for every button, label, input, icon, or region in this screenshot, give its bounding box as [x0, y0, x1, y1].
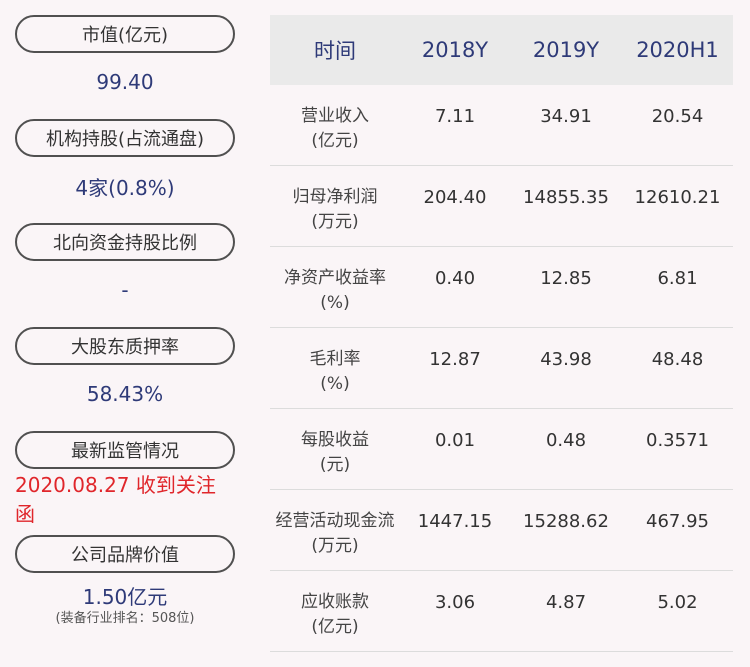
table-row: 营业收入 (亿元) 7.11 34.91 20.54 — [270, 85, 733, 166]
regulatory-status-value: 2020.08.27 收到关注函 — [15, 473, 216, 526]
cell-2019y: 0.48 — [545, 430, 587, 451]
financial-table: 时间 2018Y 2019Y 2020H1 营业收入 (亿元) 7.11 34.… — [270, 15, 733, 652]
row-name: 每股收益 — [301, 430, 369, 450]
cell-2018y: 0.01 — [434, 430, 476, 451]
regulatory-status-block: 最新监管情况 2020.08.27 收到关注函 — [15, 431, 235, 535]
northbound-holding-label: 北向资金持股比例 — [15, 223, 235, 261]
table-row: 每股收益 (元) 0.01 0.48 0.3571 — [270, 409, 733, 490]
row-unit: (%) — [320, 374, 350, 394]
cell-2018y: 3.06 — [434, 592, 476, 613]
table-header: 时间 2018Y 2019Y 2020H1 — [270, 15, 733, 85]
market-cap-value: 99.40 — [96, 70, 154, 94]
table-row: 净资产收益率 (%) 0.40 12.85 6.81 — [270, 247, 733, 328]
table-row: 经营活动现金流 (万元) 1447.15 15288.62 467.95 — [270, 490, 733, 571]
cell-2020h1: 5.02 — [657, 592, 698, 613]
row-label: 经营活动现金流 (万元) — [270, 490, 400, 559]
header-2020h1: 2020H1 — [636, 38, 719, 62]
cell-2019y: 15288.62 — [523, 511, 609, 532]
institutional-holding-value: 4家(0.8%) — [75, 175, 175, 200]
row-label: 每股收益 (元) — [270, 409, 400, 478]
brand-value-block: 公司品牌价值 1.50亿元 (装备行业排名：508位) — [15, 535, 235, 639]
institutional-holding-block: 机构持股(占流通盘) 4家(0.8%) — [15, 119, 235, 223]
institutional-holding-label: 机构持股(占流通盘) — [15, 119, 235, 157]
market-cap-label: 市值(亿元) — [15, 15, 235, 53]
row-unit: (%) — [320, 293, 350, 313]
row-label: 应收账款 (亿元) — [270, 571, 400, 640]
cell-2020h1: 6.81 — [657, 268, 698, 289]
row-name: 应收账款 — [301, 592, 369, 612]
cell-2019y: 12.85 — [540, 268, 592, 289]
header-2019y: 2019Y — [532, 38, 600, 62]
row-name: 归母净利润 — [292, 187, 378, 207]
cell-2019y: 14855.35 — [523, 187, 609, 208]
northbound-holding-block: 北向资金持股比例 - — [15, 223, 235, 327]
cell-2018y: 7.11 — [434, 106, 476, 127]
row-unit: (万元) — [311, 212, 359, 232]
pledge-ratio-label: 大股东质押率 — [15, 327, 235, 365]
cell-2018y: 1447.15 — [417, 511, 493, 532]
brand-value-value: 1.50亿元 — [82, 585, 168, 609]
row-name: 经营活动现金流 — [275, 511, 395, 531]
table-row: 归母净利润 (万元) 204.40 14855.35 12610.21 — [270, 166, 733, 247]
table-row: 毛利率 (%) 12.87 43.98 48.48 — [270, 328, 733, 409]
market-cap-block: 市值(亿元) 99.40 — [15, 15, 235, 119]
header-2018y: 2018Y — [421, 38, 489, 62]
row-label: 净资产收益率 (%) — [270, 247, 400, 316]
regulatory-status-label: 最新监管情况 — [15, 431, 235, 469]
pledge-ratio-value: 58.43% — [86, 382, 164, 406]
row-unit: (亿元) — [311, 617, 359, 637]
brand-value-label: 公司品牌价值 — [15, 535, 235, 573]
cell-2020h1: 12610.21 — [634, 187, 721, 208]
row-unit: (亿元) — [311, 131, 359, 151]
table-row: 应收账款 (亿元) 3.06 4.87 5.02 — [270, 571, 733, 652]
cell-2020h1: 48.48 — [651, 349, 704, 370]
cell-2018y: 0.40 — [434, 268, 476, 289]
row-unit: (元) — [319, 455, 351, 475]
cell-2020h1: 467.95 — [646, 511, 709, 532]
header-time: 时间 — [314, 39, 356, 63]
row-label: 归母净利润 (万元) — [270, 166, 400, 235]
row-name: 毛利率 — [309, 349, 361, 369]
cell-2020h1: 0.3571 — [646, 430, 709, 451]
pledge-ratio-block: 大股东质押率 58.43% — [15, 327, 235, 431]
brand-value-rank: (装备行业排名：508位) — [55, 611, 195, 626]
row-unit: (万元) — [311, 536, 359, 556]
cell-2018y: 12.87 — [429, 349, 481, 370]
cell-2018y: 204.40 — [423, 187, 487, 208]
company-summary-panel: 市值(亿元) 99.40 机构持股(占流通盘) 4家(0.8%) 北向资金持股比… — [15, 15, 235, 639]
row-label: 营业收入 (亿元) — [270, 85, 400, 154]
row-name: 营业收入 — [301, 106, 369, 126]
cell-2020h1: 20.54 — [651, 106, 704, 127]
cell-2019y: 34.91 — [540, 106, 592, 127]
cell-2019y: 43.98 — [540, 349, 592, 370]
northbound-holding-value: - — [121, 278, 129, 302]
brand-value-container: 1.50亿元 (装备行业排名：508位) — [15, 573, 235, 639]
cell-2019y: 4.87 — [545, 592, 587, 613]
row-name: 净资产收益率 — [284, 268, 386, 288]
row-label: 毛利率 (%) — [270, 328, 400, 397]
